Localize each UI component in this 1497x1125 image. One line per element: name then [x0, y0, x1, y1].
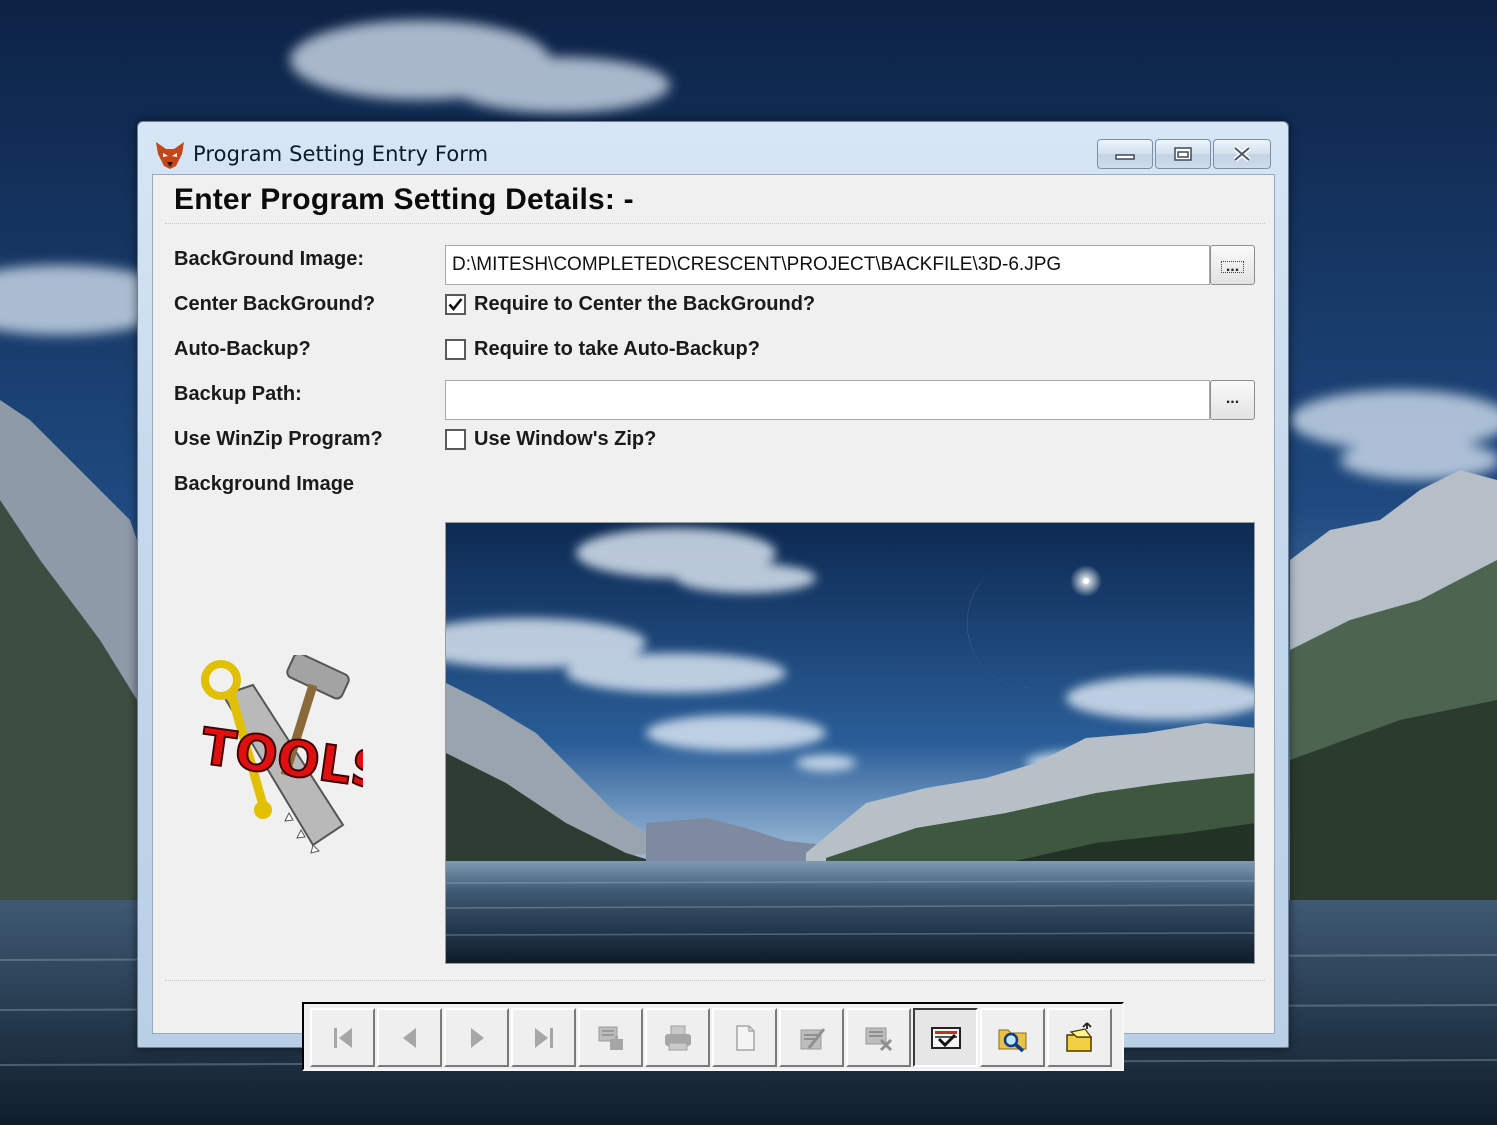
center-background-checkbox[interactable]: Require to Center the BackGround?	[445, 293, 815, 316]
minimize-button[interactable]	[1097, 139, 1153, 169]
search-folder-icon	[998, 1029, 1026, 1052]
fox-app-icon	[156, 142, 184, 169]
minimize-icon	[1115, 154, 1135, 160]
background-image-preview	[445, 522, 1255, 964]
next-record-button[interactable]	[444, 1008, 509, 1067]
windows-zip-checkbox-label: Use Window's Zip?	[474, 428, 657, 450]
new-record-icon	[735, 1024, 755, 1051]
search-folder-button[interactable]	[980, 1008, 1045, 1067]
last-record-button[interactable]	[511, 1008, 576, 1067]
print-button[interactable]	[645, 1008, 710, 1067]
windows-zip-checkbox-box[interactable]	[445, 429, 466, 450]
windows-zip-checkbox[interactable]: Use Window's Zip?	[445, 428, 656, 451]
print-icon	[664, 1025, 691, 1050]
background-preview-label: Background Image	[174, 473, 355, 495]
navigation-toolbar	[302, 1002, 1124, 1071]
heading-divider	[165, 223, 1265, 224]
close-button[interactable]	[1213, 139, 1271, 169]
find-icon	[598, 1026, 623, 1050]
center-background-label: Center BackGround?	[174, 293, 376, 315]
next-record-icon	[470, 1027, 484, 1048]
last-record-icon	[534, 1027, 553, 1048]
auto-backup-checkbox[interactable]: Require to take Auto-Backup?	[445, 338, 760, 361]
save-button[interactable]	[913, 1008, 978, 1067]
edit-record-button[interactable]	[779, 1008, 844, 1067]
program-setting-window: Program Setting Entry Form Enter Program…	[137, 121, 1289, 1071]
new-record-button[interactable]	[712, 1008, 777, 1067]
backup-path-label: Backup Path:	[174, 383, 302, 405]
footer-divider	[165, 980, 1265, 981]
page-title: Enter Program Setting Details: -	[174, 183, 634, 216]
backup-path-field[interactable]	[445, 380, 1210, 420]
center-background-checkbox-label: Require to Center the BackGround?	[474, 293, 816, 315]
background-image-label: BackGround Image:	[174, 248, 365, 270]
auto-backup-checkbox-box[interactable]	[445, 339, 466, 360]
title-bar[interactable]: Program Setting Entry Form	[138, 122, 1288, 174]
backup-path-browse-button[interactable]: ...	[1210, 380, 1255, 420]
exit-icon	[1065, 1021, 1092, 1052]
tools-logo-image: TOOLS	[197, 655, 363, 854]
maximize-button[interactable]	[1155, 139, 1211, 169]
previous-record-icon	[402, 1027, 416, 1048]
first-record-icon	[333, 1027, 352, 1048]
exit-button[interactable]	[1047, 1008, 1112, 1067]
restore-icon	[1174, 147, 1192, 161]
previous-record-button[interactable]	[377, 1008, 442, 1067]
caption-buttons	[1097, 139, 1271, 171]
auto-backup-checkbox-label: Require to take Auto-Backup?	[474, 338, 760, 360]
winzip-label: Use WinZip Program?	[174, 428, 383, 450]
delete-record-button[interactable]	[846, 1008, 911, 1067]
first-record-button[interactable]	[310, 1008, 375, 1067]
center-background-checkbox-box[interactable]	[445, 294, 466, 315]
find-button[interactable]	[578, 1008, 643, 1067]
background-image-browse-button[interactable]: ...	[1210, 245, 1255, 285]
close-icon	[1233, 146, 1251, 162]
delete-record-icon	[865, 1027, 892, 1051]
checkmark-icon	[448, 298, 463, 312]
window-title: Program Setting Entry Form	[193, 142, 489, 166]
save-icon	[930, 1026, 961, 1049]
form-client-area: Enter Program Setting Details: - BackGro…	[152, 174, 1275, 1071]
edit-record-icon	[800, 1027, 825, 1049]
auto-backup-label: Auto-Backup?	[174, 338, 311, 360]
background-image-path-field[interactable]: D:\MITESH\COMPLETED\CRESCENT\PROJECT\BAC…	[445, 245, 1210, 285]
